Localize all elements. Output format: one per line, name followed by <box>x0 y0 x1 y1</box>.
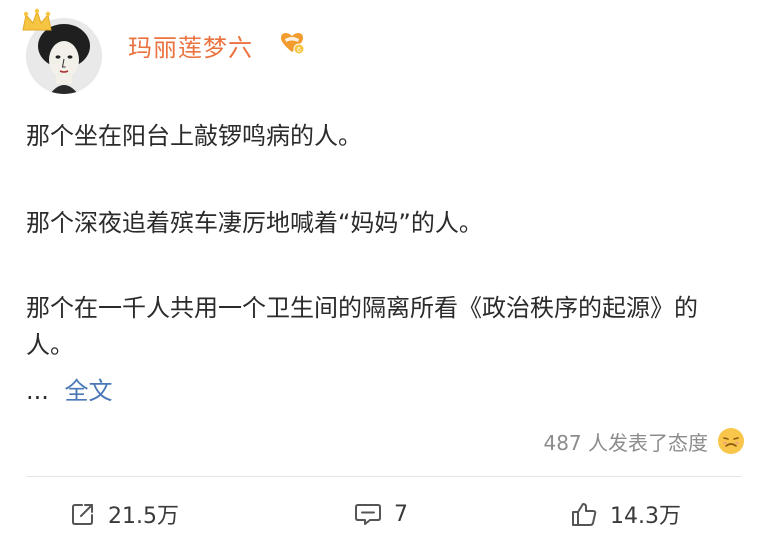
expand-full-text-link[interactable]: 全文 <box>65 377 113 405</box>
divider <box>26 476 742 477</box>
avatar-container[interactable] <box>22 8 102 94</box>
sad-emoji-icon <box>718 428 744 454</box>
comment-count: 7 <box>394 501 408 527</box>
vip-badge-icon[interactable]: 6 <box>278 30 306 56</box>
thumbs-up-icon <box>572 503 597 526</box>
ellipsis: ... <box>26 377 49 405</box>
post-paragraph: 那个深夜追着殡车凄厉地喊着“妈妈”的人。 <box>26 209 483 237</box>
repost-count: 21.5万 <box>108 504 179 529</box>
weibo-post: 玛丽莲梦六 6 那个坐在阳台上敲锣鸣病的人。 那个深夜追着殡车凄厉地喊着“妈妈”… <box>0 0 768 550</box>
svg-text:6: 6 <box>297 47 301 54</box>
comment-icon <box>355 504 381 525</box>
post-paragraph: 那个在一千人共用一个卫生间的隔离所看《政治秩序的起源》的人。 <box>26 294 698 359</box>
author-name[interactable]: 玛丽莲梦六 <box>128 28 253 63</box>
post-header: 玛丽莲梦六 6 <box>0 0 768 105</box>
expand-row: ... 全文 <box>26 373 113 410</box>
reactions-count-text: 487 人发表了态度 <box>543 430 708 455</box>
post-paragraph: 那个坐在阳台上敲锣鸣病的人。 <box>26 122 362 150</box>
like-count: 14.3万 <box>610 504 681 529</box>
reactions-summary[interactable]: 487 人发表了态度 <box>543 424 746 458</box>
repost-button[interactable]: 21.5万 <box>70 496 179 532</box>
action-bar: 21.5万 7 14.3万 <box>0 486 768 546</box>
crown-icon <box>22 8 52 31</box>
like-button[interactable]: 14.3万 <box>570 496 681 532</box>
comment-button[interactable]: 7 <box>354 496 408 532</box>
repost-icon <box>72 504 93 525</box>
